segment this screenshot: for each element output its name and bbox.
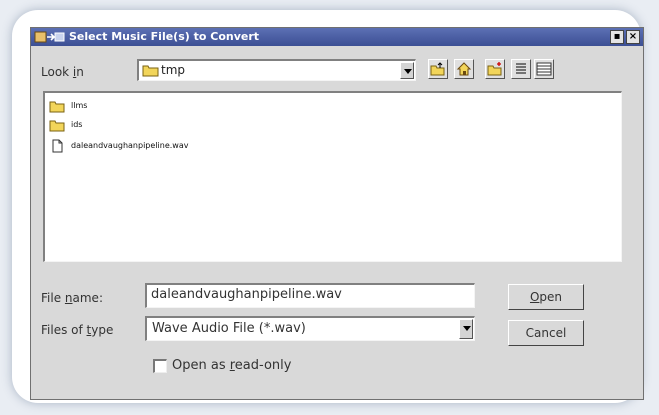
folder-icon	[49, 101, 65, 113]
list-item-label: llms	[71, 101, 88, 110]
app-icon	[34, 31, 65, 43]
file-name-label: File name:	[41, 291, 103, 305]
file-type-label: Files of type	[41, 323, 114, 337]
detail-view-button[interactable]	[534, 59, 554, 79]
file-type-value: Wave Audio File (*.wav)	[152, 321, 306, 336]
up-folder-button[interactable]	[428, 59, 448, 79]
home-button[interactable]	[454, 59, 474, 79]
list-item-label: daleandvaughanpipeline.wav	[71, 141, 189, 150]
list-item-label: ids	[71, 120, 83, 129]
file-icon	[52, 139, 63, 153]
folder-icon	[142, 65, 159, 77]
read-only-checkbox[interactable]	[153, 359, 167, 373]
file-name-input[interactable]: daleandvaughanpipeline.wav	[145, 283, 475, 308]
chevron-down-icon[interactable]	[459, 319, 473, 339]
maximize-button[interactable]: ▪	[610, 30, 624, 44]
chevron-down-icon[interactable]	[400, 62, 414, 79]
read-only-label[interactable]: Open as read-only	[172, 358, 291, 373]
detail-view-icon	[536, 62, 552, 76]
list-view-button[interactable]	[511, 59, 531, 79]
close-button[interactable]: ×	[626, 30, 640, 44]
folder-icon	[49, 120, 65, 132]
file-list[interactable]: llms ids daleandvaughanpipeline.wav	[43, 91, 622, 262]
up-folder-icon	[430, 62, 445, 76]
cancel-button[interactable]: Cancel	[508, 320, 584, 346]
open-button[interactable]: Open	[508, 284, 584, 310]
look-in-dropdown[interactable]: tmp	[137, 59, 416, 81]
title-bar[interactable]: Select Music File(s) to Convert ▪ ×	[31, 28, 643, 46]
home-icon	[456, 62, 472, 76]
file-dialog: Select Music File(s) to Convert ▪ × Look…	[30, 27, 644, 400]
new-folder-icon	[487, 62, 502, 76]
list-view-icon	[516, 63, 526, 74]
dialog-title: Select Music File(s) to Convert	[69, 30, 260, 43]
file-type-dropdown[interactable]: Wave Audio File (*.wav)	[145, 316, 475, 341]
look-in-label: Look in	[41, 65, 84, 79]
new-folder-button[interactable]	[485, 59, 505, 79]
look-in-value: tmp	[161, 63, 186, 77]
